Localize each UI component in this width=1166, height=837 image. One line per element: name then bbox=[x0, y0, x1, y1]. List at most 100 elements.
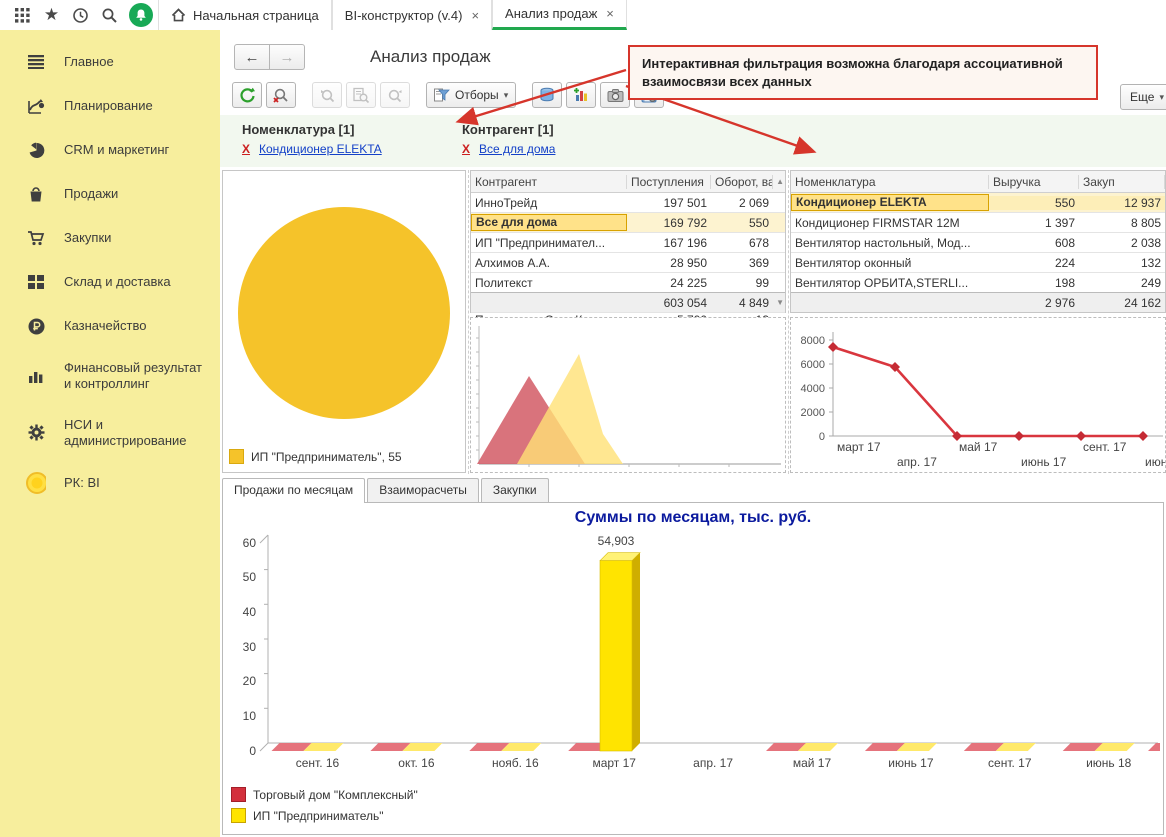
area-chart-panel[interactable] bbox=[470, 317, 786, 473]
table-row-selected[interactable]: Кондиционер ELEKTA 550 12 937 bbox=[791, 193, 1165, 213]
search-list-button[interactable] bbox=[346, 82, 376, 108]
table-row[interactable]: Вентилятор настольный, Мод... 608 2 038 bbox=[791, 233, 1165, 253]
tab-label: Анализ продаж bbox=[505, 6, 597, 21]
filter-value-link[interactable]: Кондиционер ELEKTA bbox=[259, 142, 382, 156]
remove-filter-icon[interactable]: X bbox=[462, 142, 470, 156]
y-tick: 4000 bbox=[801, 383, 825, 395]
tab-sales-analysis[interactable]: Анализ продаж × bbox=[492, 0, 627, 30]
legend-label: ИП "Предприниматель", 55 bbox=[251, 450, 402, 464]
bar-chart-icon bbox=[26, 366, 46, 386]
back-button[interactable]: ← bbox=[234, 44, 270, 70]
refresh-button[interactable] bbox=[232, 82, 262, 108]
search-clear-icon bbox=[272, 87, 290, 104]
page-title: Анализ продаж bbox=[370, 47, 491, 67]
column-header[interactable]: Номенклатура bbox=[791, 175, 989, 189]
column-header[interactable]: Контрагент bbox=[471, 175, 627, 189]
sidebar-item-crm[interactable]: CRM и маркетинг bbox=[0, 128, 220, 172]
sidebar-item-treasury[interactable]: Казначейство bbox=[0, 304, 220, 348]
add-chart-button[interactable] bbox=[566, 82, 596, 108]
table-row[interactable]: ИП "Предпринимател... 167 196 678 bbox=[471, 233, 785, 253]
sidebar-item-rk-bi[interactable]: РК: BI bbox=[0, 461, 220, 505]
table-row[interactable]: Алхимов А.А. 28 950 369 bbox=[471, 253, 785, 273]
cell-name: Политекст bbox=[471, 276, 627, 290]
table-row[interactable]: ИнноТрейд 197 501 2 069 bbox=[471, 193, 785, 213]
table-row[interactable]: Кондиционер FIRMSTAR 12M 1 397 8 805 bbox=[791, 213, 1165, 233]
sidebar-item-main[interactable]: Главное bbox=[0, 40, 220, 84]
line-chart-panel[interactable]: 0 2000 4000 6000 8000 март 17 bbox=[790, 317, 1166, 473]
favorites-star-icon[interactable]: ★ bbox=[37, 0, 66, 30]
cell-value: 369 bbox=[711, 256, 773, 270]
column-header[interactable]: Выручка bbox=[989, 175, 1079, 189]
sidebar-item-sales[interactable]: Продажи bbox=[0, 172, 220, 216]
snapshot-button[interactable] bbox=[600, 82, 630, 108]
table-row[interactable]: Вентилятор ОРБИТА,STERLI... 198 249 bbox=[791, 273, 1165, 293]
search-icon[interactable] bbox=[95, 0, 124, 30]
close-icon[interactable]: × bbox=[471, 8, 479, 23]
search-next-icon bbox=[386, 87, 404, 104]
forward-button: → bbox=[270, 44, 305, 70]
nomenclature-table: Номенклатура Выручка Закуп Кондиционер E… bbox=[790, 170, 1166, 313]
table-row[interactable]: Политекст 24 225 99 bbox=[471, 273, 785, 293]
sidebar-item-warehouse[interactable]: Склад и доставка bbox=[0, 260, 220, 304]
column-header[interactable]: Закуп bbox=[1079, 175, 1165, 189]
area-chart[interactable] bbox=[471, 318, 785, 472]
cell-value: 167 196 bbox=[627, 236, 711, 250]
column-header[interactable]: Оборот, вал. bbox=[711, 175, 773, 189]
sidebar-item-admin[interactable]: НСИ и администрирование bbox=[0, 405, 220, 462]
remove-filter-icon[interactable]: X bbox=[242, 142, 250, 156]
search-next-button[interactable] bbox=[380, 82, 410, 108]
legend-swatch bbox=[231, 808, 246, 823]
filters-dropdown-button[interactable]: Отборы ▾ bbox=[426, 82, 516, 108]
x-tick: сент. 17 bbox=[988, 756, 1032, 770]
clear-filter-search-button[interactable] bbox=[266, 82, 296, 108]
scroll-down-icon[interactable]: ▼ bbox=[776, 298, 784, 307]
line-chart[interactable]: 0 2000 4000 6000 8000 март 17 bbox=[791, 318, 1165, 472]
more-button[interactable]: Еще ▾ bbox=[1120, 84, 1166, 110]
tab-purchases[interactable]: Закупки bbox=[481, 478, 549, 502]
table-row-selected[interactable]: Все для дома 169 792 550 bbox=[471, 213, 785, 233]
bar-chart-panel[interactable]: Суммы по месяцам, тыс. руб. 0 10 20 30 4… bbox=[222, 502, 1164, 835]
bar-legend-item: Торговый дом "Комплексный" bbox=[223, 784, 1163, 805]
cell-value: 99 bbox=[711, 276, 773, 290]
tab-home[interactable]: Начальная страница bbox=[158, 0, 332, 30]
tab-bi-constructor[interactable]: BI-конструктор (v.4) × bbox=[332, 0, 492, 30]
grid-boxes-icon bbox=[26, 272, 46, 292]
bar-chart-title: Суммы по месяцам, тыс. руб. bbox=[223, 503, 1163, 527]
counterparty-table: Контрагент Поступления Оборот, вал. ▲ Ин… bbox=[470, 170, 786, 313]
history-clock-icon[interactable] bbox=[66, 0, 95, 30]
sidebar-item-purchases[interactable]: Закупки bbox=[0, 216, 220, 260]
database-icon bbox=[539, 87, 555, 103]
sidebar-item-planning[interactable]: Планирование bbox=[0, 84, 220, 128]
cell-name: ИП "Предпринимател... bbox=[471, 236, 627, 250]
bar-chart[interactable]: 0 10 20 30 40 50 60 bbox=[223, 527, 1161, 779]
x-tick: сент. 17 bbox=[1083, 440, 1127, 454]
bar-mart-17[interactable] bbox=[600, 553, 640, 751]
tab-sales-by-month[interactable]: Продажи по месяцам bbox=[222, 478, 365, 503]
search-prev-button[interactable] bbox=[312, 82, 342, 108]
y-tick: 50 bbox=[243, 570, 257, 584]
column-header[interactable]: Поступления bbox=[627, 175, 711, 189]
table-row[interactable]: Вентилятор оконный 224 132 bbox=[791, 253, 1165, 273]
pie-chart[interactable] bbox=[223, 171, 465, 441]
filter-group-counterparty: Контрагент [1] X Все для дома bbox=[462, 122, 555, 156]
database-button[interactable] bbox=[532, 82, 562, 108]
filter-title: Номенклатура [1] bbox=[242, 122, 382, 137]
pie-chart-panel[interactable]: ИП "Предприниматель", 55 bbox=[222, 170, 466, 473]
y-tick: 40 bbox=[243, 605, 257, 619]
cell-value: 24 225 bbox=[627, 276, 711, 290]
cell-value: 198 bbox=[989, 276, 1079, 290]
cell-value: 608 bbox=[989, 236, 1079, 250]
home-icon bbox=[171, 8, 186, 22]
close-icon[interactable]: × bbox=[606, 6, 614, 21]
scroll-up-icon[interactable]: ▲ bbox=[776, 177, 784, 186]
apps-grid-icon[interactable] bbox=[8, 0, 37, 30]
tab-settlements[interactable]: Взаиморасчеты bbox=[367, 478, 479, 502]
cell-value: 8 805 bbox=[1079, 216, 1165, 230]
notifications-button[interactable] bbox=[124, 0, 158, 30]
splitter[interactable] bbox=[468, 170, 469, 474]
sidebar-item-finance[interactable]: Финансовый результат и контроллинг bbox=[0, 348, 220, 405]
filters-label: Отборы bbox=[455, 88, 499, 102]
x-tick: окт. 16 bbox=[398, 756, 435, 770]
filter-value-link[interactable]: Все для дома bbox=[479, 142, 555, 156]
splitter[interactable] bbox=[788, 170, 789, 474]
